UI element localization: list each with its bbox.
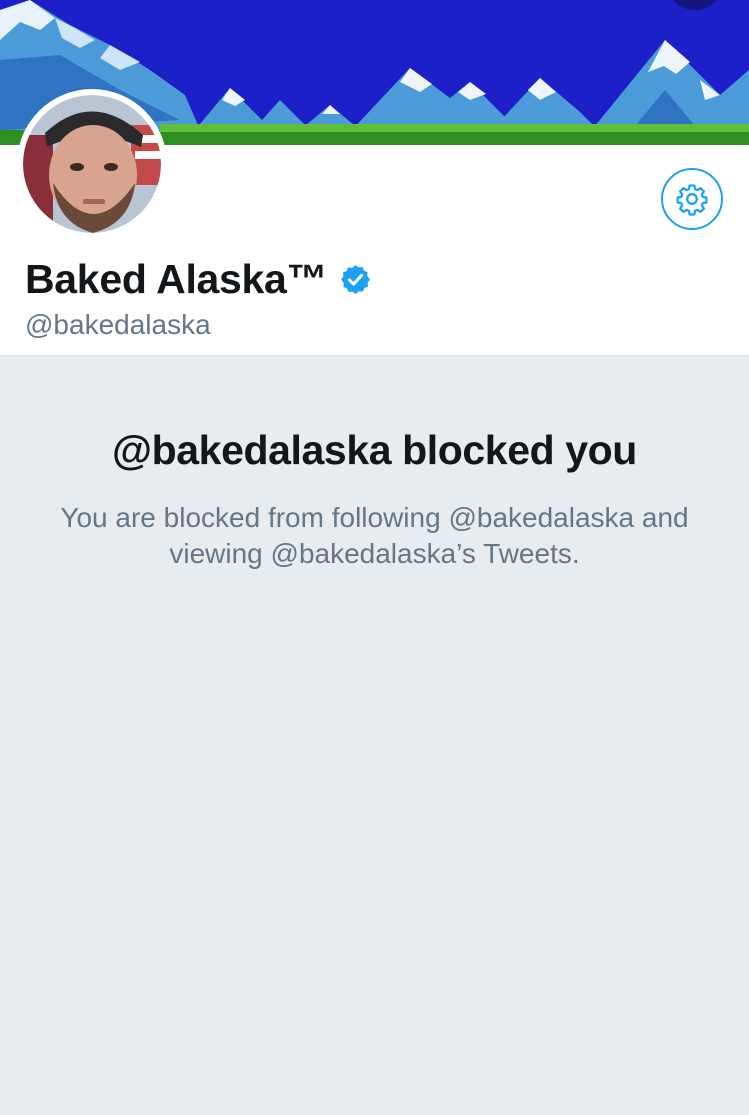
- verified-badge-icon: [341, 264, 371, 294]
- blocked-notice: @bakedalaska blocked you You are blocked…: [0, 356, 749, 572]
- display-name: Baked Alaska™: [25, 255, 328, 302]
- blocked-title: @bakedalaska blocked you: [112, 427, 637, 473]
- avatar-photo: [23, 95, 161, 233]
- gear-icon: [676, 184, 708, 216]
- profile-settings-button[interactable]: [661, 168, 723, 230]
- profile-avatar[interactable]: [17, 89, 167, 239]
- blocked-message: You are blocked from following @bakedala…: [60, 502, 689, 569]
- display-name-row: Baked Alaska™: [25, 255, 372, 303]
- profile-handle: @bakedalaska: [25, 309, 211, 340]
